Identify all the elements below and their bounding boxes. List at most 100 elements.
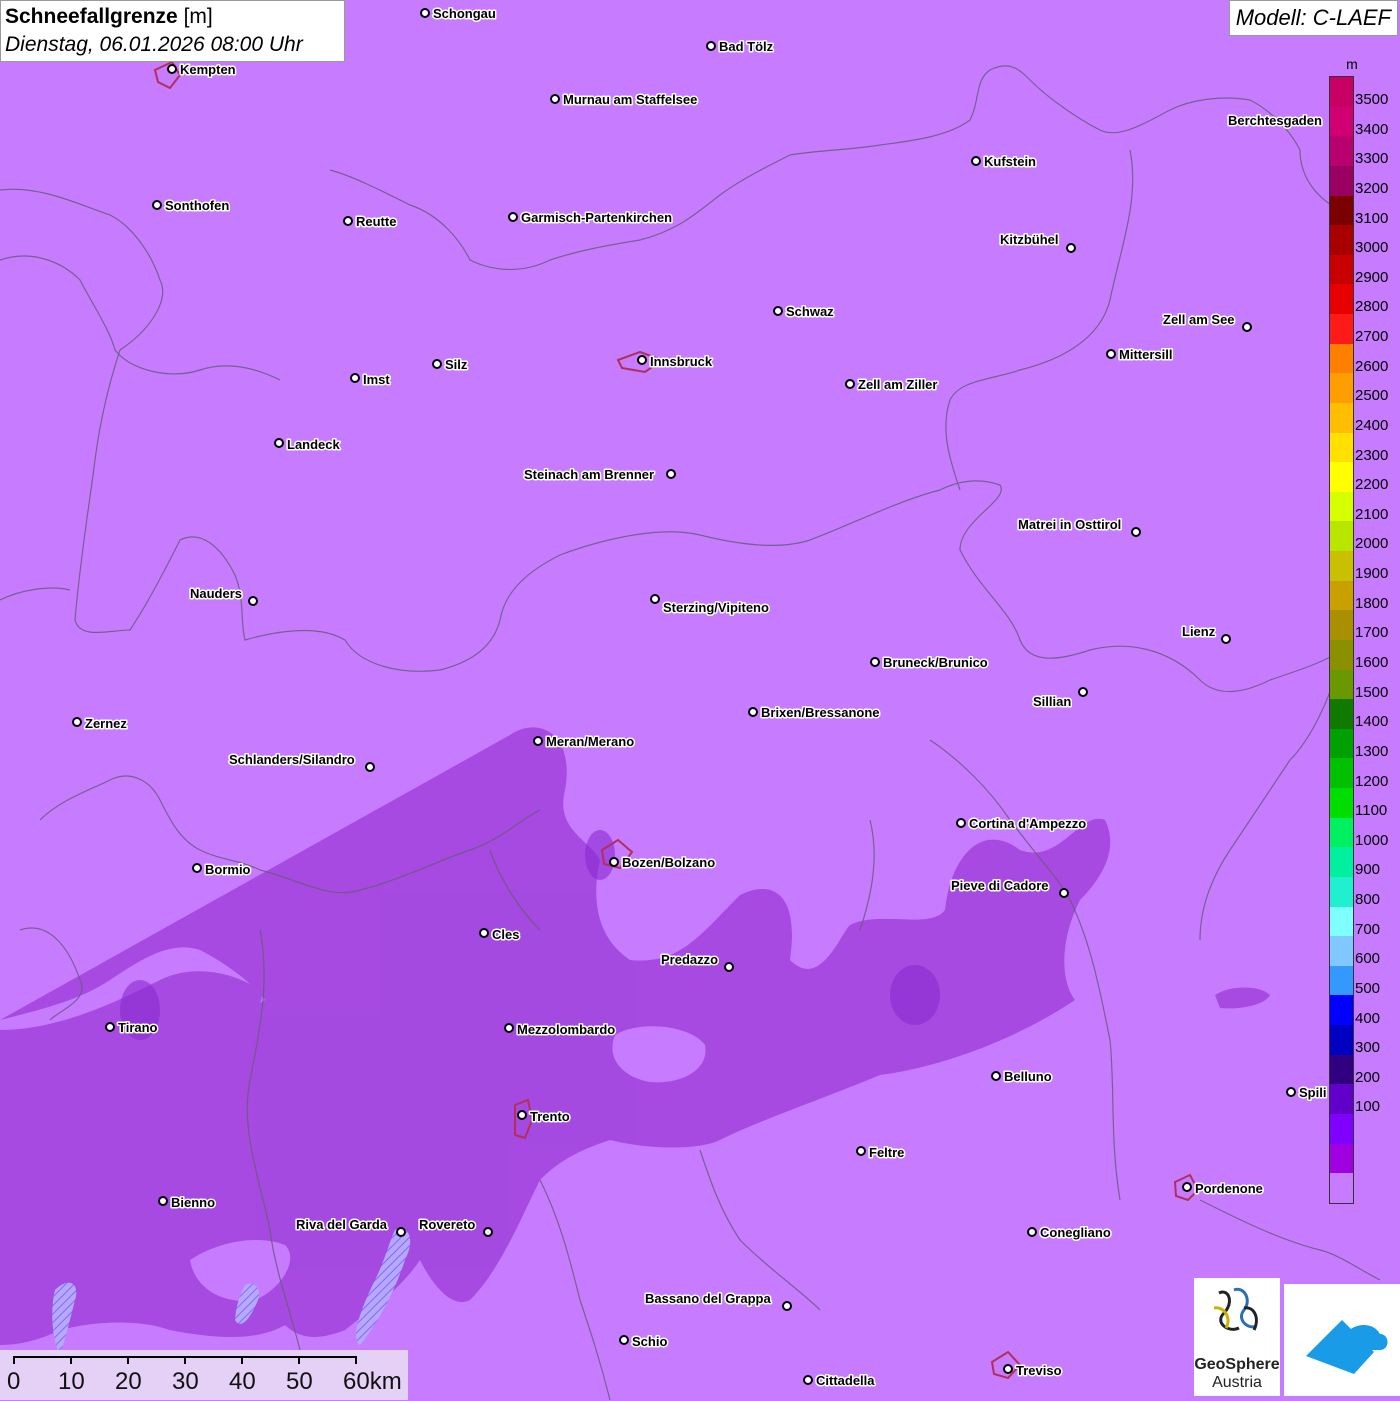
svg-text:Schlanders/Silandro: Schlanders/Silandro — [229, 752, 355, 767]
svg-text:Riva del Garda: Riva del Garda — [296, 1217, 388, 1232]
scale-tick — [70, 1356, 72, 1364]
legend-swatch — [1330, 521, 1353, 551]
svg-text:Treviso: Treviso — [1016, 1363, 1062, 1378]
svg-text:Mezzolombardo: Mezzolombardo — [517, 1022, 615, 1037]
legend-swatch — [1330, 254, 1353, 285]
legend-label: 3400 — [1355, 120, 1389, 138]
svg-text:Conegliano: Conegliano — [1040, 1225, 1111, 1240]
legend-swatch — [1330, 491, 1353, 522]
logo-line1: GeoSphere — [1194, 1356, 1280, 1373]
svg-text:Steinach am Brenner: Steinach am Brenner — [524, 467, 654, 482]
snowline-map: Schongau Bad Tölz Kempten Murnau am Staf… — [0, 0, 1400, 1400]
svg-text:Zell am Ziller: Zell am Ziller — [858, 377, 937, 392]
legend-swatch — [1330, 580, 1353, 611]
map-title: Schneefallgrenze [m] — [5, 5, 213, 28]
legend-swatch — [1330, 343, 1353, 374]
svg-text:Garmisch-Partenkirchen: Garmisch-Partenkirchen — [521, 210, 672, 225]
scale-tick — [127, 1356, 129, 1364]
svg-text:Spili: Spili — [1299, 1085, 1326, 1100]
legend-swatch — [1330, 225, 1353, 255]
city-schongau: Schongau — [420, 5, 497, 23]
scale-tick — [13, 1356, 15, 1364]
legend-swatch — [1330, 788, 1353, 818]
city-brixen: Brixen/Bressanone — [748, 704, 881, 722]
legend-label: 1000 — [1355, 831, 1389, 849]
legend-swatch — [1330, 284, 1353, 314]
legend-label: 3200 — [1355, 179, 1389, 197]
svg-text:Cittadella: Cittadella — [816, 1373, 875, 1388]
svg-text:Lienz: Lienz — [1182, 624, 1216, 639]
legend-swatch — [1330, 402, 1353, 433]
svg-text:Tirano: Tirano — [118, 1020, 158, 1035]
city-meran: Meran/Merano — [533, 733, 636, 751]
svg-text:Predazzo: Predazzo — [661, 952, 718, 967]
legend-swatch — [1330, 906, 1353, 937]
legend-swatch — [1330, 1113, 1353, 1144]
svg-text:Sterzing/Vipiteno: Sterzing/Vipiteno — [663, 600, 769, 615]
legend-swatch — [1330, 669, 1353, 700]
svg-text:Schwaz: Schwaz — [786, 304, 834, 319]
scale-label: 0 — [7, 1368, 21, 1395]
scale-label: 50 — [286, 1368, 313, 1395]
legend-swatch — [1330, 106, 1353, 137]
scale-label: 40 — [229, 1368, 256, 1395]
svg-text:Bormio: Bormio — [205, 862, 251, 877]
city-conegliano: Conegliano — [1027, 1224, 1112, 1242]
svg-text:Belluno: Belluno — [1004, 1069, 1052, 1084]
city-bozen: Bozen/Bolzano — [609, 854, 717, 872]
legend-swatch — [1330, 936, 1353, 966]
legend-swatch — [1330, 728, 1353, 759]
legend-label: 600 — [1355, 950, 1381, 968]
city-mezzolombardo: Mezzolombardo — [504, 1021, 617, 1039]
svg-text:Nauders: Nauders — [190, 586, 242, 601]
svg-text:Cles: Cles — [492, 927, 519, 942]
svg-text:Reutte: Reutte — [356, 214, 396, 229]
legend-label: 1600 — [1355, 654, 1389, 671]
svg-text:Bassano del Grappa: Bassano del Grappa — [645, 1291, 771, 1306]
legend-label: 100 — [1355, 1098, 1381, 1116]
svg-text:Kufstein: Kufstein — [984, 154, 1036, 169]
legend-label: 2900 — [1355, 268, 1389, 286]
legend-swatch — [1330, 462, 1353, 492]
svg-text:Innsbruck: Innsbruck — [650, 354, 713, 369]
legend-label: 1300 — [1355, 742, 1389, 760]
legend-swatch — [1330, 1143, 1353, 1174]
legend-label: 900 — [1355, 861, 1381, 879]
city-murnau: Murnau am Staffelsee — [550, 91, 699, 109]
legend-swatch — [1330, 432, 1353, 463]
legend-swatch — [1330, 1173, 1353, 1203]
svg-text:Trento: Trento — [530, 1109, 570, 1124]
svg-text:Bad Tölz: Bad Tölz — [719, 39, 774, 54]
legend-label: 2700 — [1355, 328, 1389, 346]
legend-label: 800 — [1355, 891, 1381, 909]
legend-swatch — [1330, 995, 1353, 1025]
legend-label: 2800 — [1355, 298, 1389, 316]
scale-tick — [355, 1356, 357, 1364]
legend-swatch — [1330, 1025, 1353, 1055]
scale-tick — [298, 1356, 300, 1364]
legend-color-bar — [1329, 76, 1354, 1204]
svg-text:Landeck: Landeck — [287, 437, 341, 452]
legend-swatch — [1330, 1084, 1353, 1114]
legend-label: 2600 — [1355, 357, 1389, 375]
scale-tick — [241, 1356, 243, 1364]
scale-tick — [184, 1356, 186, 1364]
svg-text:Bruneck/Brunico: Bruneck/Brunico — [883, 655, 988, 670]
city-berchtesgaden: Berchtesgaden — [1227, 112, 1324, 130]
svg-text:Feltre: Feltre — [869, 1145, 904, 1160]
city-innsbruck: Innsbruck — [637, 353, 714, 371]
svg-text:Schio: Schio — [632, 1334, 667, 1349]
svg-text:Rovereto: Rovereto — [419, 1217, 475, 1232]
svg-text:Mittersill: Mittersill — [1119, 347, 1172, 362]
svg-text:Meran/Merano: Meran/Merano — [546, 734, 634, 749]
legend-label: 1800 — [1355, 594, 1389, 612]
legend-label: 1400 — [1355, 713, 1389, 731]
legend-label: 2500 — [1355, 387, 1389, 405]
legend-label: 700 — [1355, 920, 1381, 938]
legend-swatch — [1330, 551, 1353, 581]
svg-text:Sonthofen: Sonthofen — [165, 198, 229, 213]
svg-text:Brixen/Bressanone: Brixen/Bressanone — [761, 705, 880, 720]
cloud-mountain-icon — [1306, 1320, 1388, 1374]
svg-text:Kempten: Kempten — [180, 62, 236, 77]
geosphere-logo: GeoSphere Austria — [1194, 1278, 1280, 1396]
